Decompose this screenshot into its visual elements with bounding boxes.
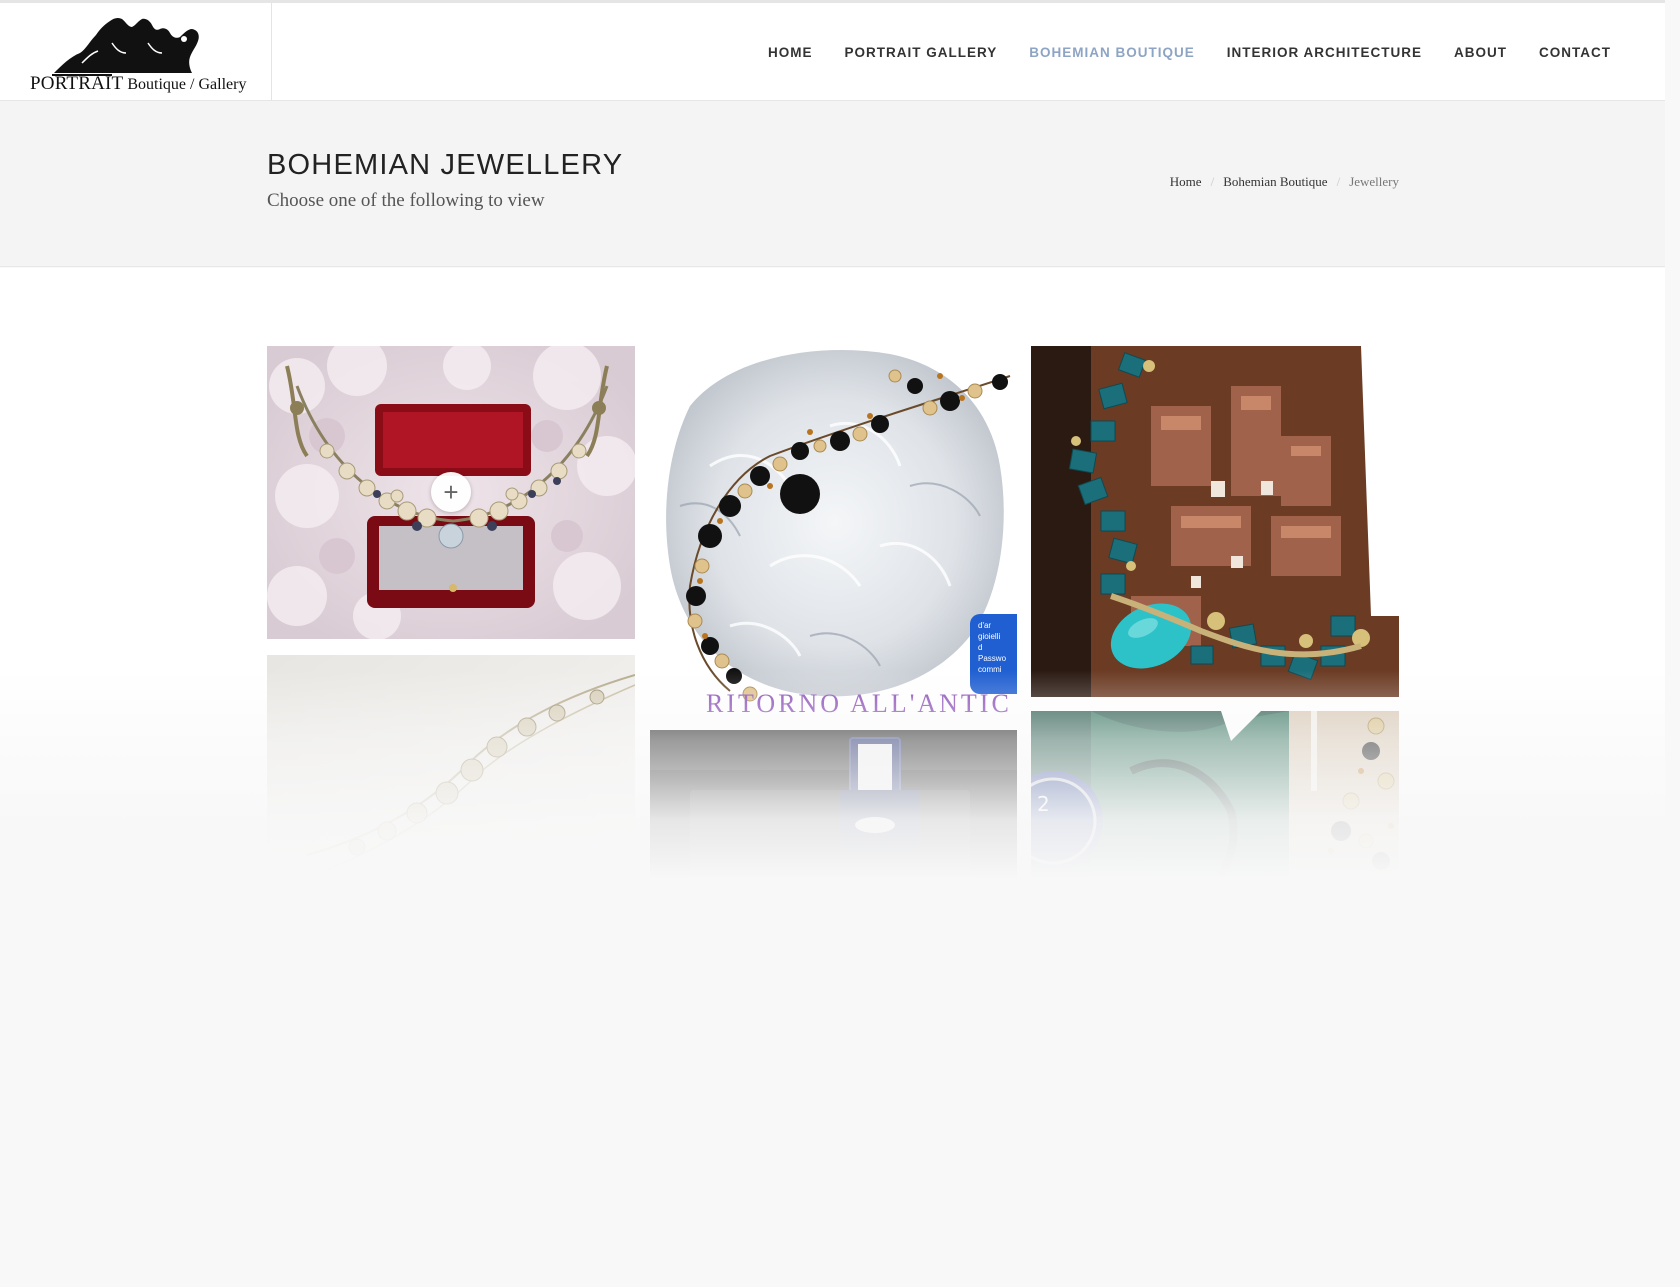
logo[interactable]: PORTRAIT Boutique / Gallery [0, 3, 272, 101]
gallery-item-pearl-string[interactable] [267, 655, 635, 915]
page-subtitle: Choose one of the following to view [267, 190, 545, 211]
gallery-item-ring-box[interactable] [650, 730, 1017, 920]
gallery-item-pearl-necklace[interactable]: + [267, 346, 635, 639]
page-title: BOHEMIAN JEWELLERY [267, 149, 624, 181]
nav-item-about[interactable]: ABOUT [1454, 45, 1507, 60]
logo-text: PORTRAIT Boutique / Gallery [30, 73, 246, 95]
gallery-badge-line: d'ar [978, 621, 992, 630]
breadcrumb-current: Jewellery [1349, 174, 1399, 189]
gallery-item-watch-bracelet[interactable]: 2 [1031, 711, 1399, 921]
page: PORTRAIT Boutique / Gallery HOME PORTRAI… [0, 0, 1680, 1287]
logo-silhouette-icon [52, 17, 199, 76]
breadcrumb-home[interactable]: Home [1170, 174, 1202, 190]
main-nav: HOME PORTRAIT GALLERY BOHEMIAN BOUTIQUE … [736, 3, 1611, 101]
gallery-badge-line: gioielli [978, 632, 1001, 641]
gallery-badge-line: commi [978, 665, 1002, 674]
logo-subtitle: Boutique / Gallery [127, 76, 247, 93]
logo-title: PORTRAIT [30, 73, 124, 94]
nav-item-portrait-gallery[interactable]: PORTRAIT GALLERY [845, 45, 998, 60]
svg-text:2: 2 [1037, 792, 1050, 816]
nav-item-interior-architecture[interactable]: INTERIOR ARCHITECTURE [1227, 45, 1422, 60]
breadcrumb-bohemian-boutique[interactable]: Bohemian Boutique [1223, 174, 1327, 190]
site-header: PORTRAIT Boutique / Gallery HOME PORTRAI… [0, 3, 1665, 101]
nav-item-bohemian-boutique[interactable]: BOHEMIAN BOUTIQUE [1029, 45, 1195, 60]
gallery-item-beaded-bracelet[interactable]: RITORNO ALL'ANTIC d'ar gioielli d Passwo… [650, 346, 1017, 715]
nav-item-contact[interactable]: CONTACT [1539, 45, 1611, 60]
gallery-badge-line: d [978, 643, 983, 652]
breadcrumb: Home / Bohemian Boutique / Jewellery [1170, 174, 1399, 190]
plus-icon[interactable]: + [431, 472, 471, 512]
gallery-image: 2 [1031, 711, 1399, 921]
gallery-image [1031, 346, 1399, 697]
gallery-image [650, 730, 1017, 920]
page-title-band: BOHEMIAN JEWELLERY Choose one of the fol… [0, 101, 1665, 267]
nav-item-home[interactable]: HOME [768, 45, 813, 60]
breadcrumb-separator: / [1336, 174, 1341, 189]
breadcrumb-separator: / [1210, 174, 1215, 189]
gallery-caption: RITORNO ALL'ANTIC [706, 689, 1012, 715]
gallery-image [267, 655, 635, 915]
gallery-item-turquoise-necklace[interactable] [1031, 346, 1399, 697]
gallery-badge-line: Passwo [978, 654, 1007, 663]
gallery-image: RITORNO ALL'ANTIC [650, 346, 1017, 715]
gallery-badge: d'ar gioielli d Passwo commi [970, 614, 1017, 694]
